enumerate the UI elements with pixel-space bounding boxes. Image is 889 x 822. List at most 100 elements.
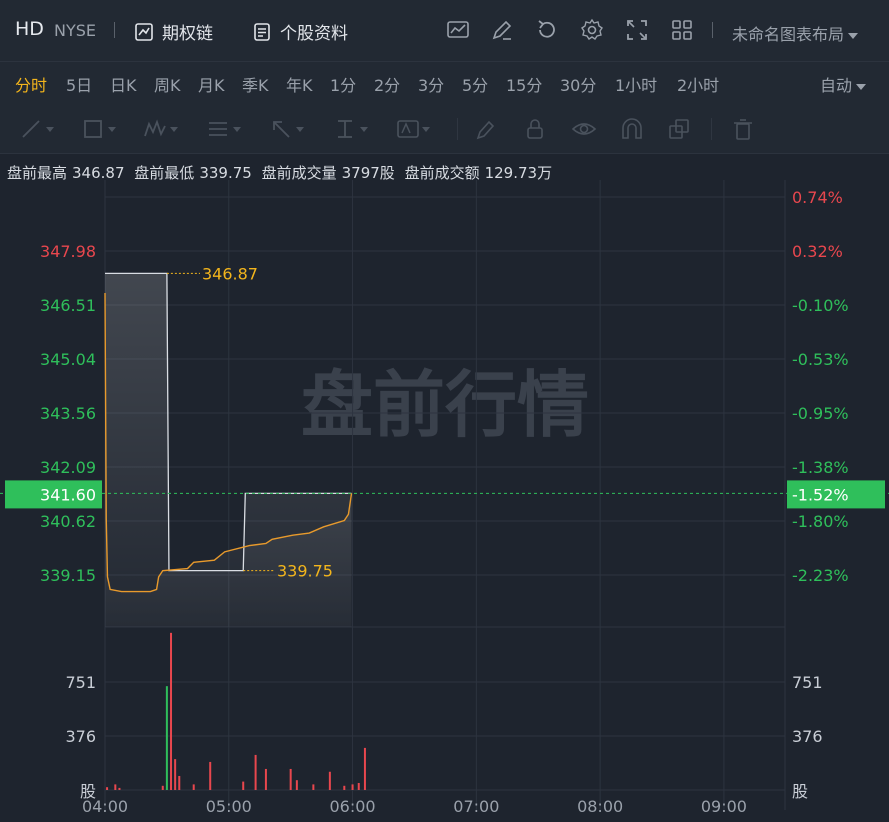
price-tick-label: 345.04 xyxy=(40,350,96,369)
magnet-icon[interactable] xyxy=(620,118,654,140)
time-tick-label: 06:00 xyxy=(330,797,376,816)
period-selector: 分时 5日 日K 周K 月K 季K 年K 1分 2分 3分 5分 15分 30分… xyxy=(0,62,889,104)
arrow-tool-icon[interactable] xyxy=(270,118,304,140)
options-chain-button[interactable]: 期权链 xyxy=(134,19,213,44)
volume-bars xyxy=(106,632,366,790)
volume-tick-label-left: 376 xyxy=(65,727,96,746)
price-tick-label: 340.62 xyxy=(40,512,96,531)
volume-bar xyxy=(192,784,195,790)
fibonacci-tool-icon[interactable] xyxy=(207,118,241,140)
document-icon xyxy=(254,22,270,41)
volume-bar xyxy=(178,775,181,790)
divider xyxy=(457,118,458,140)
low-callout-label: 339.75 xyxy=(277,562,333,581)
volume-bar xyxy=(174,759,177,790)
period-tab-year[interactable]: 年K xyxy=(286,72,313,96)
volume-bar xyxy=(118,787,121,790)
volume-tick-label-left: 751 xyxy=(65,673,96,692)
text-tool-icon[interactable] xyxy=(396,118,430,140)
rectangle-tool-icon[interactable] xyxy=(82,118,116,140)
indicator-icon[interactable] xyxy=(446,18,470,42)
gear-icon[interactable] xyxy=(580,18,604,42)
volume-tick-label-right: 751 xyxy=(792,673,823,692)
caret-down-icon xyxy=(856,83,867,90)
divider xyxy=(712,22,713,38)
current-percent-label: -1.52% xyxy=(792,485,849,504)
stock-profile-button[interactable]: 个股资料 xyxy=(252,19,348,44)
eye-icon[interactable] xyxy=(572,118,606,140)
divider xyxy=(114,22,115,38)
volume-bar xyxy=(165,686,168,790)
wave-tool-icon[interactable] xyxy=(144,118,178,140)
price-tick-label: 347.98 xyxy=(40,242,96,261)
volume-bar xyxy=(357,782,360,790)
period-tab-2h[interactable]: 2小时 xyxy=(677,72,719,96)
price-tick-label: 339.15 xyxy=(40,566,96,585)
period-tab-2min[interactable]: 2分 xyxy=(374,72,400,96)
symbol-label[interactable]: HD xyxy=(15,18,44,40)
watermark-text: 盘前行情 xyxy=(301,363,589,447)
percent-tick-label: 0.74% xyxy=(792,188,843,207)
period-tab-1min[interactable]: 1分 xyxy=(330,72,356,96)
high-callout-label: 346.87 xyxy=(202,264,258,283)
period-tab-5d[interactable]: 5日 xyxy=(66,72,92,96)
time-tick-label: 05:00 xyxy=(206,797,252,816)
copy-icon[interactable] xyxy=(668,118,702,140)
volume-bar xyxy=(242,781,245,790)
layout-selector[interactable]: 未命名图表布局 xyxy=(732,21,859,45)
volume-bar xyxy=(254,754,257,790)
edit-icon[interactable] xyxy=(490,18,514,42)
trash-icon[interactable] xyxy=(732,118,766,140)
percent-tick-label: 0.32% xyxy=(792,242,843,261)
volume-bar xyxy=(328,771,331,790)
drawing-toolbar xyxy=(0,104,889,154)
period-tab-30min[interactable]: 30分 xyxy=(560,72,596,96)
caret-down-icon xyxy=(848,32,859,39)
period-tab-3min[interactable]: 3分 xyxy=(418,72,444,96)
period-tab-5min[interactable]: 5分 xyxy=(462,72,488,96)
volume-bar xyxy=(106,787,109,790)
volume-bar xyxy=(312,784,315,790)
percent-tick-label: -1.80% xyxy=(792,512,849,531)
period-tab-week[interactable]: 周K xyxy=(154,72,181,96)
auto-scale-selector[interactable]: 自动 xyxy=(820,72,867,96)
refresh-icon[interactable] xyxy=(535,18,559,42)
volume-bar xyxy=(161,785,164,790)
period-tab-1h[interactable]: 1小时 xyxy=(615,72,657,96)
volume-bar xyxy=(289,768,292,790)
intraday-chart[interactable]: 盘前行情 346.87 339.75 347.98 346.51 345.04 343.… xyxy=(0,180,889,822)
divider xyxy=(711,118,712,140)
layout-name-label: 未命名图表布局 xyxy=(732,25,845,44)
percent-tick-label: -0.95% xyxy=(792,404,849,423)
period-tab-day[interactable]: 日K xyxy=(110,72,137,96)
volume-tick-label-right: 376 xyxy=(792,727,823,746)
period-tab-intraday[interactable]: 分时 xyxy=(15,72,47,96)
lock-icon[interactable] xyxy=(524,118,558,140)
grid-layout-icon[interactable] xyxy=(670,18,694,42)
period-tab-quarter[interactable]: 季K xyxy=(242,72,269,96)
pen-icon[interactable] xyxy=(474,118,508,140)
time-tick-label: 09:00 xyxy=(701,797,747,816)
current-price-label: 341.60 xyxy=(40,485,96,504)
time-tick-label: 07:00 xyxy=(453,797,499,816)
volume-unit-right: 股 xyxy=(792,782,808,801)
volume-bar xyxy=(363,747,366,790)
stock-profile-label: 个股资料 xyxy=(280,24,348,44)
volume-bar xyxy=(295,780,298,790)
volume-bar xyxy=(114,784,117,790)
fullscreen-icon[interactable] xyxy=(625,18,649,42)
time-tick-label: 08:00 xyxy=(577,797,623,816)
volume-bar xyxy=(264,768,267,790)
measure-tool-icon[interactable] xyxy=(334,118,368,140)
volume-bar xyxy=(209,761,212,790)
period-tab-15min[interactable]: 15分 xyxy=(506,72,542,96)
volume-bar xyxy=(170,632,173,790)
trend-line-tool-icon[interactable] xyxy=(20,118,54,140)
top-toolbar: HD NYSE 期权链 个股资料 未命名图表布局 xyxy=(0,0,889,62)
volume-bar xyxy=(351,784,354,790)
period-tab-month[interactable]: 月K xyxy=(198,72,225,96)
exchange-label: NYSE xyxy=(54,21,97,40)
time-tick-label: 04:00 xyxy=(82,797,128,816)
options-chain-icon xyxy=(135,22,153,41)
price-tick-label: 343.56 xyxy=(40,404,96,423)
